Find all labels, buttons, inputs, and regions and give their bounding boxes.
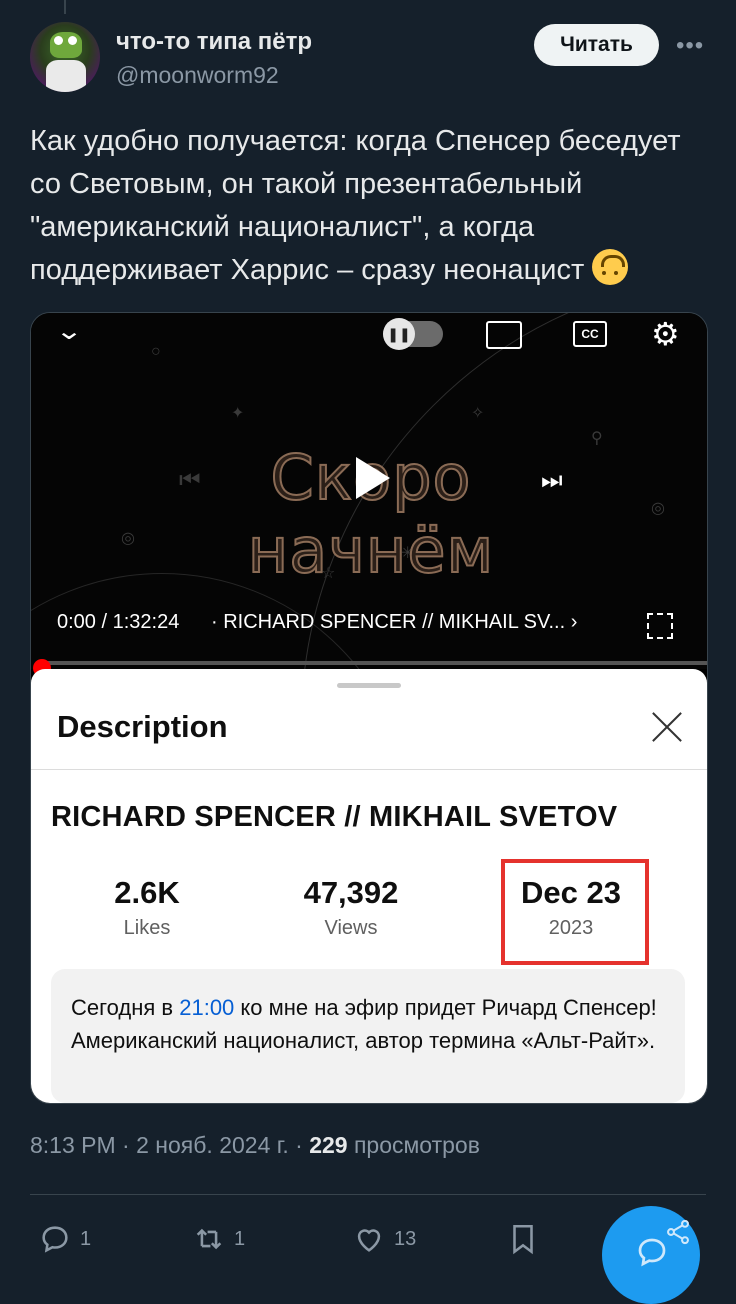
views-label: просмотров	[353, 1132, 480, 1158]
meta-separator: ·	[295, 1132, 310, 1158]
thread-line	[64, 0, 66, 14]
reply-count: 1	[80, 1227, 92, 1250]
captions-icon[interactable]: CC	[573, 321, 607, 347]
like-count: 13	[394, 1227, 417, 1250]
like-button[interactable]: 13	[352, 1222, 416, 1256]
close-icon[interactable]	[649, 709, 685, 745]
play-icon[interactable]	[356, 457, 390, 499]
repost-icon	[196, 1228, 222, 1250]
repost-button[interactable]: 1	[192, 1222, 245, 1256]
settings-gear-icon[interactable]: ⚙	[651, 315, 680, 353]
description-heading: Description	[57, 709, 228, 744]
decor-star-icon: ○	[151, 343, 161, 360]
previous-icon[interactable]: ⏮	[179, 467, 201, 495]
bookmark-icon	[513, 1224, 533, 1255]
minimize-chevron-icon[interactable]: ⌄	[55, 317, 83, 346]
stat-value: 47,392	[303, 875, 399, 910]
decor-planet-icon: ◎	[121, 530, 135, 547]
sheet-drag-handle[interactable]	[337, 683, 401, 688]
stat-label: Views	[324, 917, 378, 939]
follow-button[interactable]: Читать	[534, 24, 659, 66]
author-handle[interactable]: @moonworm92	[116, 62, 279, 89]
pause-icon: ❚❚	[383, 318, 415, 350]
tweet-meta: 8:13 PM · 2 нояб. 2024 г. · 229 просмотр…	[30, 1132, 480, 1159]
description-video-title: RICHARD SPENCER // MIKHAIL SVETOV	[51, 801, 618, 833]
timestamp-link[interactable]: 21:00	[179, 995, 234, 1020]
views-stat: 47,392 Views	[251, 875, 451, 940]
likes-stat: 2.6K Likes	[47, 875, 247, 940]
tweet-body: Как удобно получается: когда Спенсер бес…	[30, 125, 681, 286]
fullscreen-icon[interactable]	[647, 613, 673, 639]
description-body[interactable]: Сегодня в 21:00 ко мне на эфир придет Ри…	[51, 969, 685, 1103]
date-highlight-box	[501, 859, 649, 965]
author-name[interactable]: что-то типа пётр	[116, 28, 312, 56]
description-sheet: Description RICHARD SPENCER // MIKHAIL S…	[31, 669, 707, 1103]
heart-icon	[357, 1229, 381, 1252]
decor-star-icon: ✧	[471, 405, 485, 422]
avatar[interactable]	[30, 22, 100, 92]
decor-planet-icon: ◎	[651, 500, 665, 517]
cast-icon[interactable]	[486, 321, 522, 349]
tweet-text: Как удобно получается: когда Спенсер бес…	[30, 120, 710, 292]
divider	[30, 1194, 706, 1195]
video-title-chip[interactable]: · RICHARD SPENCER // MIKHAIL SV... ›	[211, 611, 577, 634]
divider	[31, 769, 707, 770]
video-player[interactable]: ○ ✦ ✧ ◎ ◎ ✳ ☆ ⚲ Скоро начнём ⌄ ❚❚ CC ⚙ ⏮…	[31, 313, 707, 1103]
tweet-media[interactable]: ○ ✦ ✧ ◎ ◎ ✳ ☆ ⚲ Скоро начнём ⌄ ❚❚ CC ⚙ ⏮…	[30, 312, 708, 1104]
decor-star-icon: ✦	[231, 405, 245, 422]
share-icon	[667, 1219, 689, 1245]
bookmark-button[interactable]	[506, 1222, 540, 1256]
tweet-time[interactable]: 8:13 PM	[30, 1132, 116, 1158]
video-time: 0:00 / 1:32:24	[57, 611, 180, 633]
stat-label: Likes	[123, 917, 171, 939]
description-text-start: Сегодня в	[71, 995, 180, 1020]
description-text: Сегодня в 21:00 ко мне на эфир придет Ри…	[71, 991, 671, 1057]
avatar-eye	[54, 36, 63, 45]
reply-button[interactable]: 1	[38, 1222, 91, 1256]
upside-down-face-icon	[592, 249, 629, 285]
next-icon[interactable]: ⏭	[541, 467, 563, 495]
tweet-date[interactable]: 2 нояб. 2024 г.	[136, 1132, 289, 1158]
reply-icon	[42, 1226, 68, 1253]
meta-separator: ·	[122, 1132, 137, 1158]
repost-count: 1	[234, 1227, 246, 1250]
avatar-frog-figure	[50, 32, 82, 58]
autoplay-toggle[interactable]: ❚❚	[383, 318, 443, 350]
views-count: 229	[309, 1132, 348, 1158]
share-fab[interactable]	[602, 1206, 700, 1304]
video-progress-bar[interactable]	[41, 661, 707, 665]
more-options-icon[interactable]: •••	[676, 32, 706, 59]
stat-value: 2.6K	[114, 875, 180, 910]
avatar-suit	[46, 60, 86, 92]
avatar-eye	[68, 36, 77, 45]
